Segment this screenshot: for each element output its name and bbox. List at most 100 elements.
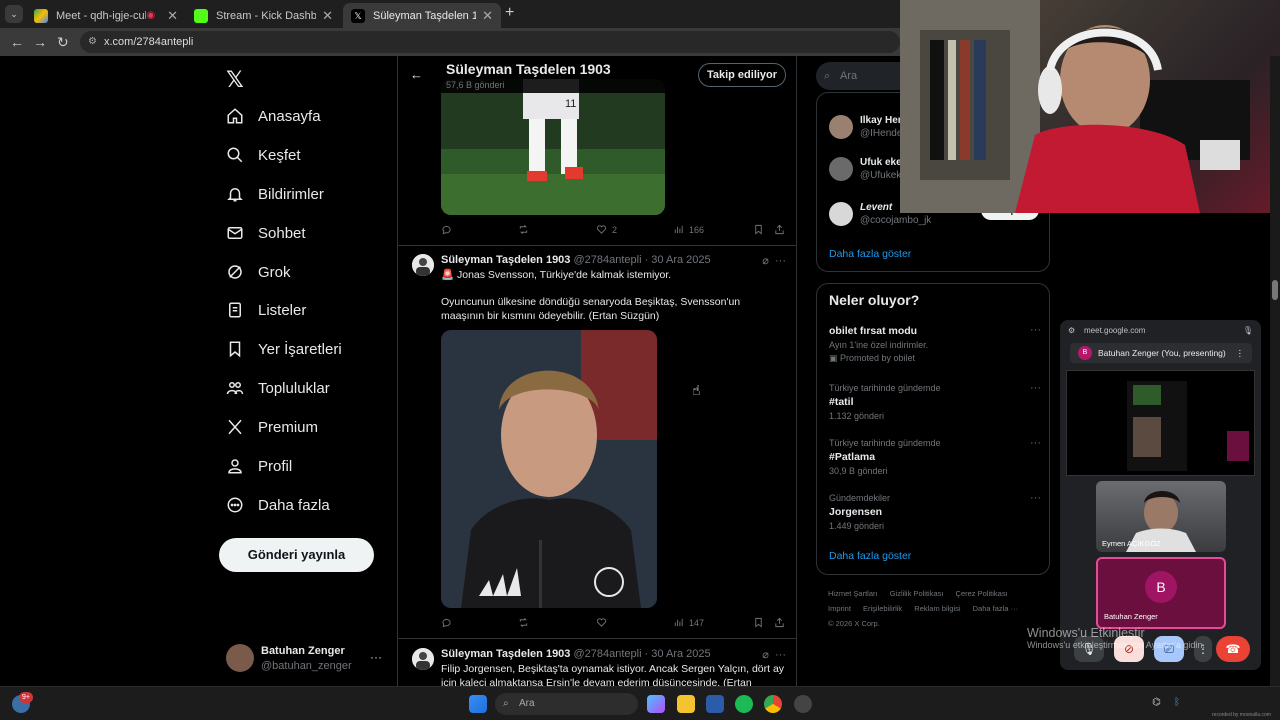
x-premium-icon <box>226 418 244 436</box>
reply-icon[interactable] <box>441 617 457 628</box>
obs-icon[interactable] <box>794 695 812 713</box>
svg-text:11: 11 <box>565 98 576 110</box>
copyright: © 2026 X Corp. <box>828 619 880 628</box>
footer-link[interactable]: Imprint <box>828 604 851 613</box>
nav-premium[interactable]: Premium <box>226 418 318 436</box>
pip-header: ⚙ meet.google.com 🎙 <box>1060 320 1261 342</box>
forward-arrow-icon[interactable]: → <box>33 34 47 50</box>
close-icon[interactable]: ✕ <box>167 8 178 24</box>
avatar <box>829 202 853 226</box>
trend-item[interactable]: Gündemdekiler Jorgensen 1.449 gönderi ··… <box>829 492 1041 533</box>
avatar[interactable] <box>412 648 434 670</box>
timeline[interactable]: ← Süleyman Taşdelen 1903 57,6 B gönderi … <box>397 56 797 686</box>
back-arrow-icon[interactable]: ← <box>10 34 24 50</box>
page-scrollbar[interactable] <box>1270 56 1280 686</box>
views-button[interactable]: 147 <box>673 617 704 628</box>
nav-explore[interactable]: Keşfet <box>226 146 301 164</box>
footer-link[interactable]: Çerez Politikası <box>956 589 1008 598</box>
site-info-icon[interactable]: ⚙ <box>88 31 97 53</box>
tweet-text: Oyuncunun ülkesine döndüğü senaryoda Beş… <box>441 296 741 322</box>
spotify-icon[interactable] <box>735 695 753 713</box>
reply-icon[interactable] <box>441 224 457 235</box>
following-button[interactable]: Takip ediliyor <box>698 63 786 87</box>
tab-meet[interactable]: Meet - qdh-igje-cuk ◉ ✕ <box>26 3 186 28</box>
trend-item[interactable]: Türkiye tarihinde gündemde #tatil 1.132 … <box>829 382 1041 423</box>
copilot-icon[interactable] <box>647 695 665 713</box>
like-button[interactable]: 2 <box>596 224 617 235</box>
address-bar[interactable]: ⚙ x.com/2784antepli <box>80 31 900 53</box>
nav-grok[interactable]: Grok <box>226 263 291 281</box>
footer-link[interactable]: Gizlilik Politikası <box>890 589 944 598</box>
footer-link[interactable]: Daha fazla ··· <box>973 604 1018 613</box>
post-button[interactable]: Gönderi yayınla <box>219 538 374 572</box>
presenting-bar[interactable]: B Batuhan Zenger (You, presenting) ⋮ <box>1070 343 1252 363</box>
share-icon[interactable] <box>774 617 790 628</box>
footer-link[interactable]: Hizmet Şartları <box>828 589 878 598</box>
new-tab-button[interactable]: + <box>505 4 514 22</box>
trend-item[interactable]: Türkiye tarihinde gündemde #Patlama 30,9… <box>829 437 1041 478</box>
search-icon: ⌕ <box>503 698 509 709</box>
tab-search-button[interactable]: ⌄ <box>5 5 23 23</box>
footer-link[interactable]: Erişilebilirlik <box>863 604 902 613</box>
show-more-link[interactable]: Daha fazla göster <box>829 550 911 562</box>
scrollbar-thumb[interactable] <box>1272 280 1278 300</box>
store-icon[interactable] <box>706 695 724 713</box>
more-options-icon[interactable]: ··· <box>370 650 382 664</box>
nav-home[interactable]: Anasayfa <box>226 107 321 125</box>
divider <box>398 638 796 639</box>
nav-profile[interactable]: Profil <box>226 457 292 475</box>
more-options-icon[interactable]: ··· <box>1030 437 1041 449</box>
retweet-icon[interactable] <box>518 224 534 235</box>
tweet-media-football[interactable]: 11 <box>441 79 665 215</box>
close-icon[interactable]: ✕ <box>322 8 333 24</box>
retweet-icon[interactable] <box>518 617 534 628</box>
views-button[interactable]: 166 <box>673 224 704 235</box>
nav-bookmarks[interactable]: Yer İşaretleri <box>226 340 342 358</box>
share-icon[interactable] <box>774 224 790 235</box>
more-options-icon[interactable]: ··· <box>1030 492 1041 504</box>
chrome-icon[interactable] <box>764 695 782 713</box>
participant-tile[interactable]: Eymen AÇIKGÖZ <box>1096 481 1226 552</box>
bookmark-icon[interactable] <box>753 224 769 235</box>
more-options-icon[interactable]: ⌀ ··· <box>762 254 786 267</box>
tune-icon: ⚙ <box>1068 326 1076 335</box>
taskbar-search[interactable]: ⌕ Ara <box>495 693 638 715</box>
more-options-icon[interactable]: ··· <box>1030 324 1041 336</box>
more-options-icon[interactable]: ⌀ ··· <box>762 648 786 661</box>
bluetooth-icon[interactable]: ᛒ <box>1174 697 1180 708</box>
file-explorer-icon[interactable] <box>677 695 695 713</box>
trends-card: Neler oluyor? obilet fırsat modu Ayın 1'… <box>816 283 1050 575</box>
tab-kick[interactable]: Stream - Kick Dashboard ✕ <box>186 3 341 28</box>
close-icon[interactable]: ✕ <box>482 8 493 24</box>
bookmark-icon[interactable] <box>753 617 769 628</box>
nav-communities[interactable]: Topluluklar <box>226 379 330 397</box>
tweet-media-portrait[interactable] <box>441 330 657 608</box>
nav-chat[interactable]: Sohbet <box>226 224 306 242</box>
more-options-icon[interactable]: ··· <box>1030 382 1041 394</box>
kebab-menu-icon[interactable]: ⋮ <box>1236 343 1245 363</box>
show-more-link[interactable]: Daha fazla göster <box>829 248 911 260</box>
network-icon[interactable]: ⌬ <box>1152 697 1161 708</box>
windows-start-icon[interactable] <box>469 695 487 713</box>
x-logo-icon[interactable]: 𝕏 <box>226 67 244 93</box>
reload-icon[interactable]: ↻ <box>57 34 69 51</box>
nav-notifications[interactable]: Bildirimler <box>226 185 324 203</box>
participant-tile[interactable]: B Batuhan Zenger <box>1096 557 1226 629</box>
footer-link[interactable]: Reklam bilgisi <box>914 604 960 613</box>
tab-x[interactable]: 𝕏 Süleyman Taşdelen 1903 (@278 ✕ <box>343 3 501 28</box>
avatar: B <box>1145 571 1177 603</box>
like-button[interactable] <box>596 617 612 628</box>
grok-icon <box>226 263 244 281</box>
nav-more[interactable]: Daha fazla <box>226 496 330 514</box>
nav-lists[interactable]: Listeler <box>226 301 306 319</box>
screen-share-preview <box>1066 370 1255 476</box>
avatar <box>829 157 853 181</box>
avatar: B <box>1078 346 1092 360</box>
trend-item[interactable]: obilet fırsat modu Ayın 1'ine özel indir… <box>829 324 1041 365</box>
divider <box>398 245 796 246</box>
back-arrow-icon[interactable]: ← <box>410 67 423 82</box>
avatar[interactable] <box>412 254 434 276</box>
leave-call-button[interactable]: ☎ <box>1216 636 1250 662</box>
account-switcher[interactable]: Batuhan Zenger @batuhan_zenger ··· <box>226 640 386 676</box>
avatar <box>829 115 853 139</box>
